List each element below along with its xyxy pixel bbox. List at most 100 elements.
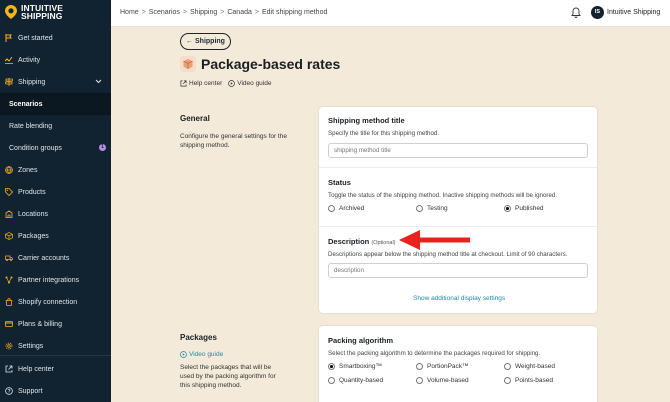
credit-card-icon: [5, 321, 13, 327]
sidebar-item-shipping[interactable]: Shipping: [0, 71, 111, 93]
packages-card: Packing algorithm Select the packing alg…: [319, 326, 597, 402]
annotation-arrow-icon: [399, 230, 470, 250]
packages-video-guide-link[interactable]: Video guide: [180, 351, 223, 358]
avatar[interactable]: IS: [591, 6, 604, 19]
sidebar-item-condition-groups[interactable]: Condition groups 1: [0, 137, 111, 159]
description-field-help: Descriptions appear below the shipping m…: [328, 251, 568, 258]
general-card: Shipping method title Specify the title …: [319, 107, 597, 313]
condition-groups-badge: 1: [99, 144, 106, 151]
sidebar-item-get-started[interactable]: Get started: [0, 27, 111, 49]
sidebar-bottom-nav: Help center Support: [0, 358, 111, 402]
breadcrumb: Home > Scenarios > Shipping > Canada > Edit …: [120, 9, 327, 16]
sidebar-item-partner-integrations[interactable]: Partner integrations: [0, 269, 111, 291]
signpost-icon: [5, 78, 13, 86]
breadcrumb-separator: >: [254, 9, 259, 16]
arrow-left-icon: ←: [186, 38, 194, 45]
radio-circle: [504, 363, 511, 370]
chevron-down-icon: [95, 79, 102, 84]
algo-points-based-radio[interactable]: Points-based: [504, 377, 553, 384]
status-published-radio[interactable]: Published: [504, 205, 544, 212]
logo-pin-icon: [5, 5, 17, 19]
breadcrumb-separator: >: [141, 9, 146, 16]
gear-icon: [5, 342, 13, 350]
activity-icon: [5, 56, 13, 64]
sidebar-item-locations[interactable]: Locations: [0, 203, 111, 225]
help-center-link[interactable]: Help center: [180, 80, 222, 87]
sidebar-item-support[interactable]: Support: [0, 380, 111, 402]
packing-algorithm-label: Packing algorithm: [328, 336, 394, 345]
truck-icon: [5, 255, 13, 261]
logo-text: INTUITIVE SHIPPING: [21, 3, 63, 21]
algo-quantity-based-radio[interactable]: Quantity-based: [328, 377, 383, 384]
sidebar: INTUITIVE SHIPPING Get started Activity …: [0, 0, 111, 402]
sidebar-item-help-center[interactable]: Help center: [0, 358, 111, 380]
title-field-label: Shipping method title: [328, 116, 405, 125]
radio-circle-selected: [504, 205, 511, 212]
radio-circle: [328, 205, 335, 212]
sidebar-item-products[interactable]: Products: [0, 181, 111, 203]
logo[interactable]: INTUITIVE SHIPPING: [5, 4, 63, 20]
page-title-row: Package-based rates: [180, 56, 340, 72]
flag-icon: [5, 34, 12, 42]
top-bar: Home > Scenarios > Shipping > Canada > Edit …: [111, 0, 670, 27]
globe-icon: [5, 166, 13, 174]
general-description: Configure the general settings for the s…: [180, 133, 287, 149]
breadcrumb-canada[interactable]: Canada: [227, 9, 252, 16]
building-icon: [5, 210, 13, 218]
optional-tag: (Optional): [371, 240, 396, 246]
back-to-shipping-button[interactable]: ← Shipping: [180, 33, 231, 50]
title-field-help: Specify the title for this shipping meth…: [328, 130, 440, 137]
radio-circle-selected: [328, 363, 335, 370]
algo-weight-based-radio[interactable]: Weight-based: [504, 363, 555, 370]
sidebar-nav: Get started Activity Shipping Scenarios …: [0, 27, 111, 357]
sidebar-item-carrier-accounts[interactable]: Carrier accounts: [0, 247, 111, 269]
breadcrumb-separator: >: [220, 9, 225, 16]
sidebar-item-scenarios[interactable]: Scenarios: [0, 93, 111, 115]
bell-icon[interactable]: [571, 7, 581, 18]
card-divider: [319, 226, 597, 227]
shopify-bag-icon: [5, 298, 13, 306]
radio-circle: [416, 363, 423, 370]
algo-portionpack-radio[interactable]: PortionPack™: [416, 363, 469, 370]
radio-circle: [416, 205, 423, 212]
package-icon: [180, 56, 196, 72]
external-link-icon: [5, 365, 13, 373]
external-link-icon: [180, 80, 187, 87]
user-name[interactable]: Intuitive Shipping: [607, 9, 660, 16]
radio-circle: [504, 377, 511, 384]
breadcrumb-separator: >: [182, 9, 188, 16]
breadcrumb-home[interactable]: Home: [120, 9, 139, 16]
description-input[interactable]: [328, 263, 588, 278]
help-circle-icon: [5, 387, 13, 395]
packages-heading: Packages: [180, 333, 217, 342]
video-guide-link[interactable]: Video guide: [228, 80, 271, 87]
box-icon: [5, 232, 13, 240]
radio-circle: [328, 377, 335, 384]
sidebar-item-plans-billing[interactable]: Plans & billing: [0, 313, 111, 335]
sidebar-item-rate-blending[interactable]: Rate blending: [0, 115, 111, 137]
packages-description: Select the packages that will be used by…: [180, 364, 276, 389]
description-field-label: Description (Optional): [328, 237, 396, 246]
algo-smartboxing-radio[interactable]: Smartboxing™: [328, 363, 382, 370]
card-divider: [319, 167, 597, 168]
status-label: Status: [328, 178, 351, 187]
sidebar-item-packages[interactable]: Packages: [0, 225, 111, 247]
sidebar-item-settings[interactable]: Settings: [0, 335, 111, 357]
breadcrumb-shipping[interactable]: Shipping: [190, 9, 217, 16]
play-circle-icon: [180, 351, 187, 358]
show-additional-display-settings-link[interactable]: Show additional display settings: [413, 295, 505, 302]
sidebar-item-shopify-connection[interactable]: Shopify connection: [0, 291, 111, 313]
radio-circle: [416, 377, 423, 384]
algo-volume-based-radio[interactable]: Volume-based: [416, 377, 469, 384]
page-title: Package-based rates: [201, 56, 341, 72]
status-testing-radio[interactable]: Testing: [416, 205, 448, 212]
play-circle-icon: [228, 80, 236, 87]
status-archived-radio[interactable]: Archived: [328, 205, 364, 212]
breadcrumb-scenarios[interactable]: Scenarios: [149, 9, 180, 16]
shipping-method-title-input[interactable]: [328, 143, 588, 158]
sidebar-item-activity[interactable]: Activity: [0, 49, 111, 71]
integrations-icon: [5, 276, 13, 284]
tag-icon: [5, 188, 13, 196]
breadcrumb-current: Edit shipping method: [261, 9, 328, 16]
sidebar-item-zones[interactable]: Zones: [0, 159, 111, 181]
